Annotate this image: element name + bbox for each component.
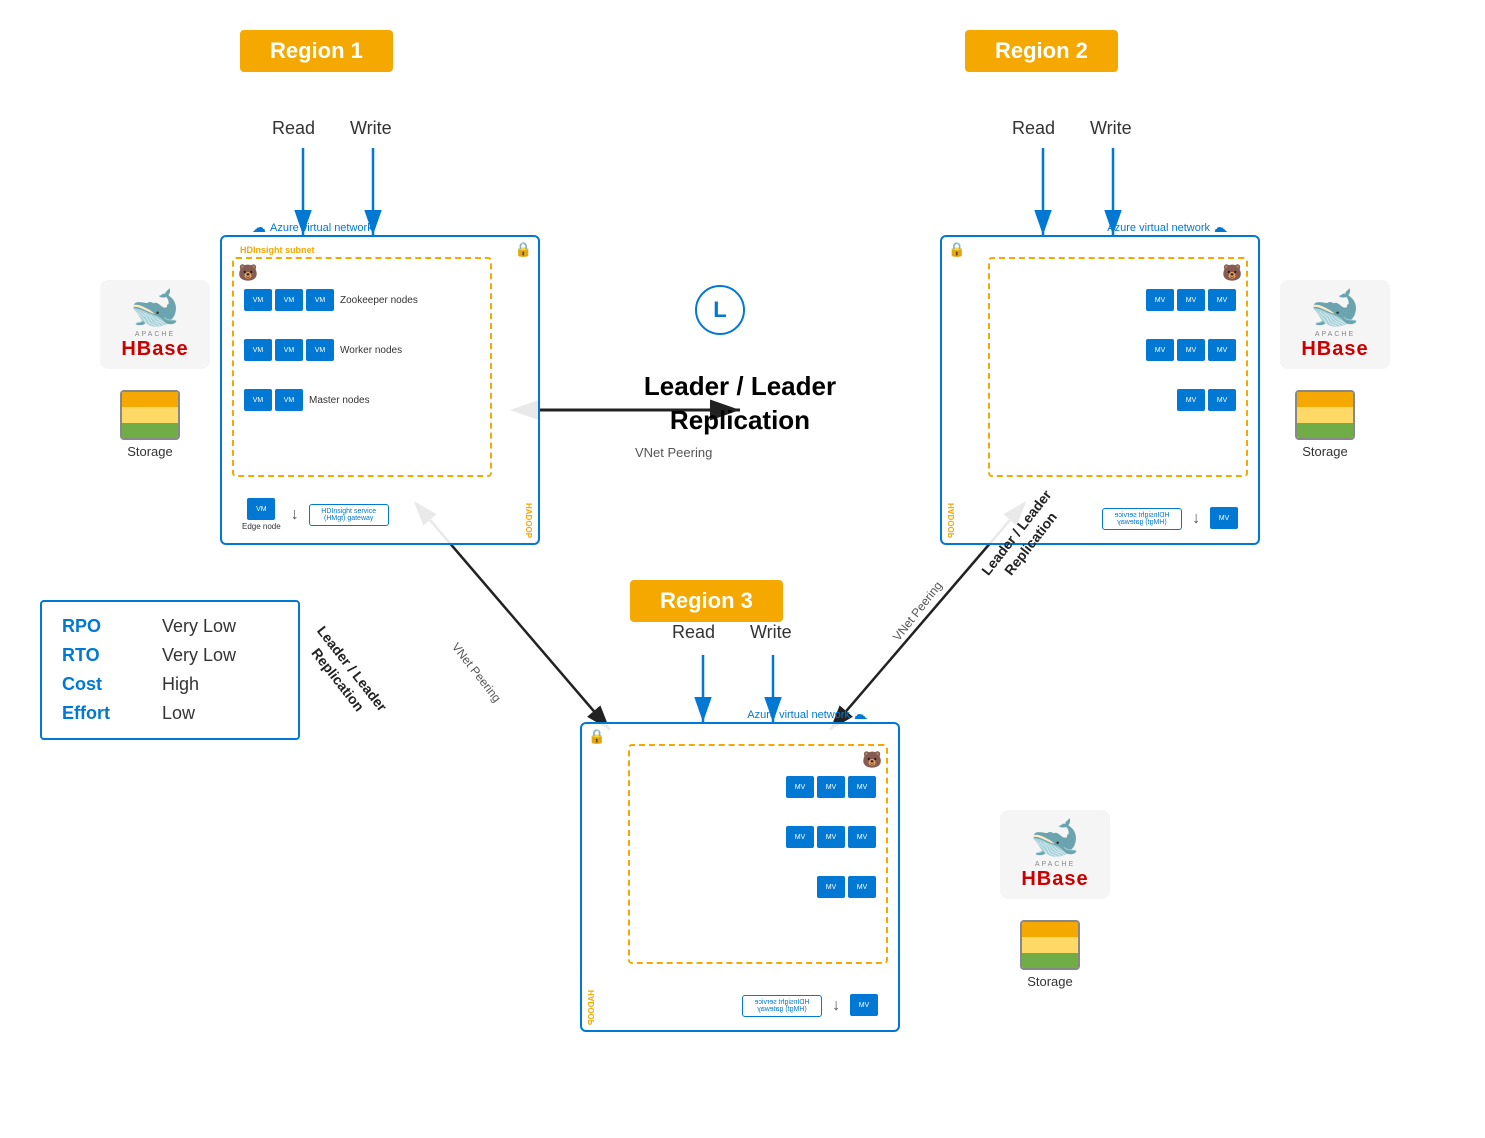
main-container: Region 1 Region 2 Region 3 Read Write Re… — [0, 0, 1485, 1138]
storage-layer-mid-r3 — [1022, 937, 1078, 952]
storage-icon-r2: Storage — [1295, 390, 1355, 459]
hbase-logo-r3: 🐋 APACHE HBase — [1000, 810, 1110, 899]
lock-icon-r1: 🔒 — [515, 241, 532, 258]
hbase-logo-r1: 🐋 APACHE HBase — [100, 280, 210, 369]
info-box: RPO Very Low RTO Very Low Cost High Effo… — [40, 600, 300, 740]
azure-vnet-label-r1: Azure virtual network — [270, 222, 373, 234]
hbase-logo-r2: 🐋 APACHE HBase — [1280, 280, 1390, 369]
worker-node-2: VM — [275, 339, 303, 361]
region1-write-label: Write — [350, 118, 392, 139]
region1-azure-box: ☁ Azure virtual network 🔒 HDInsight subn… — [220, 235, 540, 545]
master-label-r1: Master nodes — [309, 395, 370, 406]
circle-l: L — [695, 285, 745, 335]
region3-read-label: Read — [672, 622, 715, 643]
effort-val: Low — [162, 703, 195, 724]
region2-read-label: Read — [1012, 118, 1055, 139]
region2-badge: Region 2 — [965, 30, 1118, 72]
worker-node-1: VM — [244, 339, 272, 361]
rto-key: RTO — [62, 645, 142, 666]
worker-label-r1: Worker nodes — [340, 345, 402, 356]
storage-label-r1: Storage — [127, 444, 173, 459]
master-node-2: VM — [275, 389, 303, 411]
region3-write-label: Write — [750, 622, 792, 643]
hdinsight-subnet-r1: HDInsight subnet 🐻 VM VM VM Zookeeper no… — [232, 257, 492, 477]
down-arrow-r1: ↓ — [291, 506, 299, 524]
effort-key: Effort — [62, 703, 142, 724]
orca-icon-r2: 🐋 — [1310, 288, 1360, 328]
hdinsight-subnet-label-r1: HDInsight subnet — [240, 245, 315, 255]
orca-icon-r1: 🐋 — [130, 288, 180, 328]
lock-icon-r2: 🔒 — [948, 241, 965, 258]
zk-node-3: VM — [306, 289, 334, 311]
worker-node-3: VM — [306, 339, 334, 361]
storage-layer-bot-r1 — [122, 423, 178, 438]
storage-label-r2: Storage — [1302, 444, 1348, 459]
storage-layer-top-r3 — [1022, 922, 1078, 937]
region2-write-label: Write — [1090, 118, 1132, 139]
rpo-row: RPO Very Low — [62, 616, 278, 637]
cost-row: Cost High — [62, 674, 278, 695]
master-node-1: VM — [244, 389, 272, 411]
storage-icon-r1: Storage — [120, 390, 180, 459]
zookeeper-label-r1: Zookeeper nodes — [340, 295, 418, 306]
storage-layer-top-r1 — [122, 392, 178, 407]
region3-badge: Region 3 — [630, 580, 783, 622]
cloud-icon-r2: ☁ — [1214, 219, 1228, 236]
orca-icon-r3: 🐋 — [1030, 818, 1080, 858]
edge-vm-r1: VM — [247, 498, 275, 520]
storage-layer-bot-r3 — [1022, 953, 1078, 968]
cost-val: High — [162, 674, 199, 695]
azure-vnet-label-r2: Azure virtual network — [1107, 222, 1210, 234]
gateway-box-r1: HDInsight service (HMgt) gateway — [309, 504, 389, 526]
mascot-r1: 🐻 — [238, 263, 258, 283]
storage-icon-r3: Storage — [1020, 920, 1080, 989]
region3-azure-box: ☁ Azure virtual network 🔒 🐻 VM VM VM VM … — [580, 722, 900, 1032]
hdinsight-subnet-r3: 🐻 VM VM VM VM VM VM VM VM — [628, 744, 888, 964]
cost-key: Cost — [62, 674, 142, 695]
cloud-icon-r1: ☁ — [252, 219, 266, 236]
rto-row: RTO Very Low — [62, 645, 278, 666]
hadoop-label-r3: HADOOP — [587, 990, 596, 1025]
mascot-r2: 🐻 — [1222, 263, 1242, 283]
edge-label-r1: Edge node — [242, 522, 281, 531]
rpo-key: RPO — [62, 616, 142, 637]
hadoop-label-r1: HADOOP — [524, 503, 533, 538]
region2-azure-box: ☁ Azure virtual network 🔒 🐻 VM VM VM VM … — [940, 235, 1260, 545]
rto-val: Very Low — [162, 645, 236, 666]
hdinsight-subnet-r2: 🐻 VM VM VM VM VM VM VM VM — [988, 257, 1248, 477]
vnet-peering-right: VNet Peering — [890, 579, 945, 644]
storage-layer-mid-r1 — [122, 407, 178, 422]
vnet-peering-left: VNet Peering — [449, 640, 504, 705]
zk-node-1: VM — [244, 289, 272, 311]
region1-badge: Region 1 — [240, 30, 393, 72]
rpo-val: Very Low — [162, 616, 236, 637]
storage-layer-top-r2 — [1297, 392, 1353, 407]
region1-read-label: Read — [272, 118, 315, 139]
storage-layer-mid-r2 — [1297, 407, 1353, 422]
leader-replication-left: Leader / LeaderReplication — [281, 600, 408, 748]
storage-label-r3: Storage — [1027, 974, 1073, 989]
hadoop-label-r2: HADOOP — [947, 503, 956, 538]
effort-row: Effort Low — [62, 703, 278, 724]
zk-node-2: VM — [275, 289, 303, 311]
vnet-peering-horizontal: VNet Peering — [635, 445, 712, 460]
leader-replication-center: Leader / Leader Replication — [600, 370, 880, 438]
storage-layer-bot-r2 — [1297, 423, 1353, 438]
